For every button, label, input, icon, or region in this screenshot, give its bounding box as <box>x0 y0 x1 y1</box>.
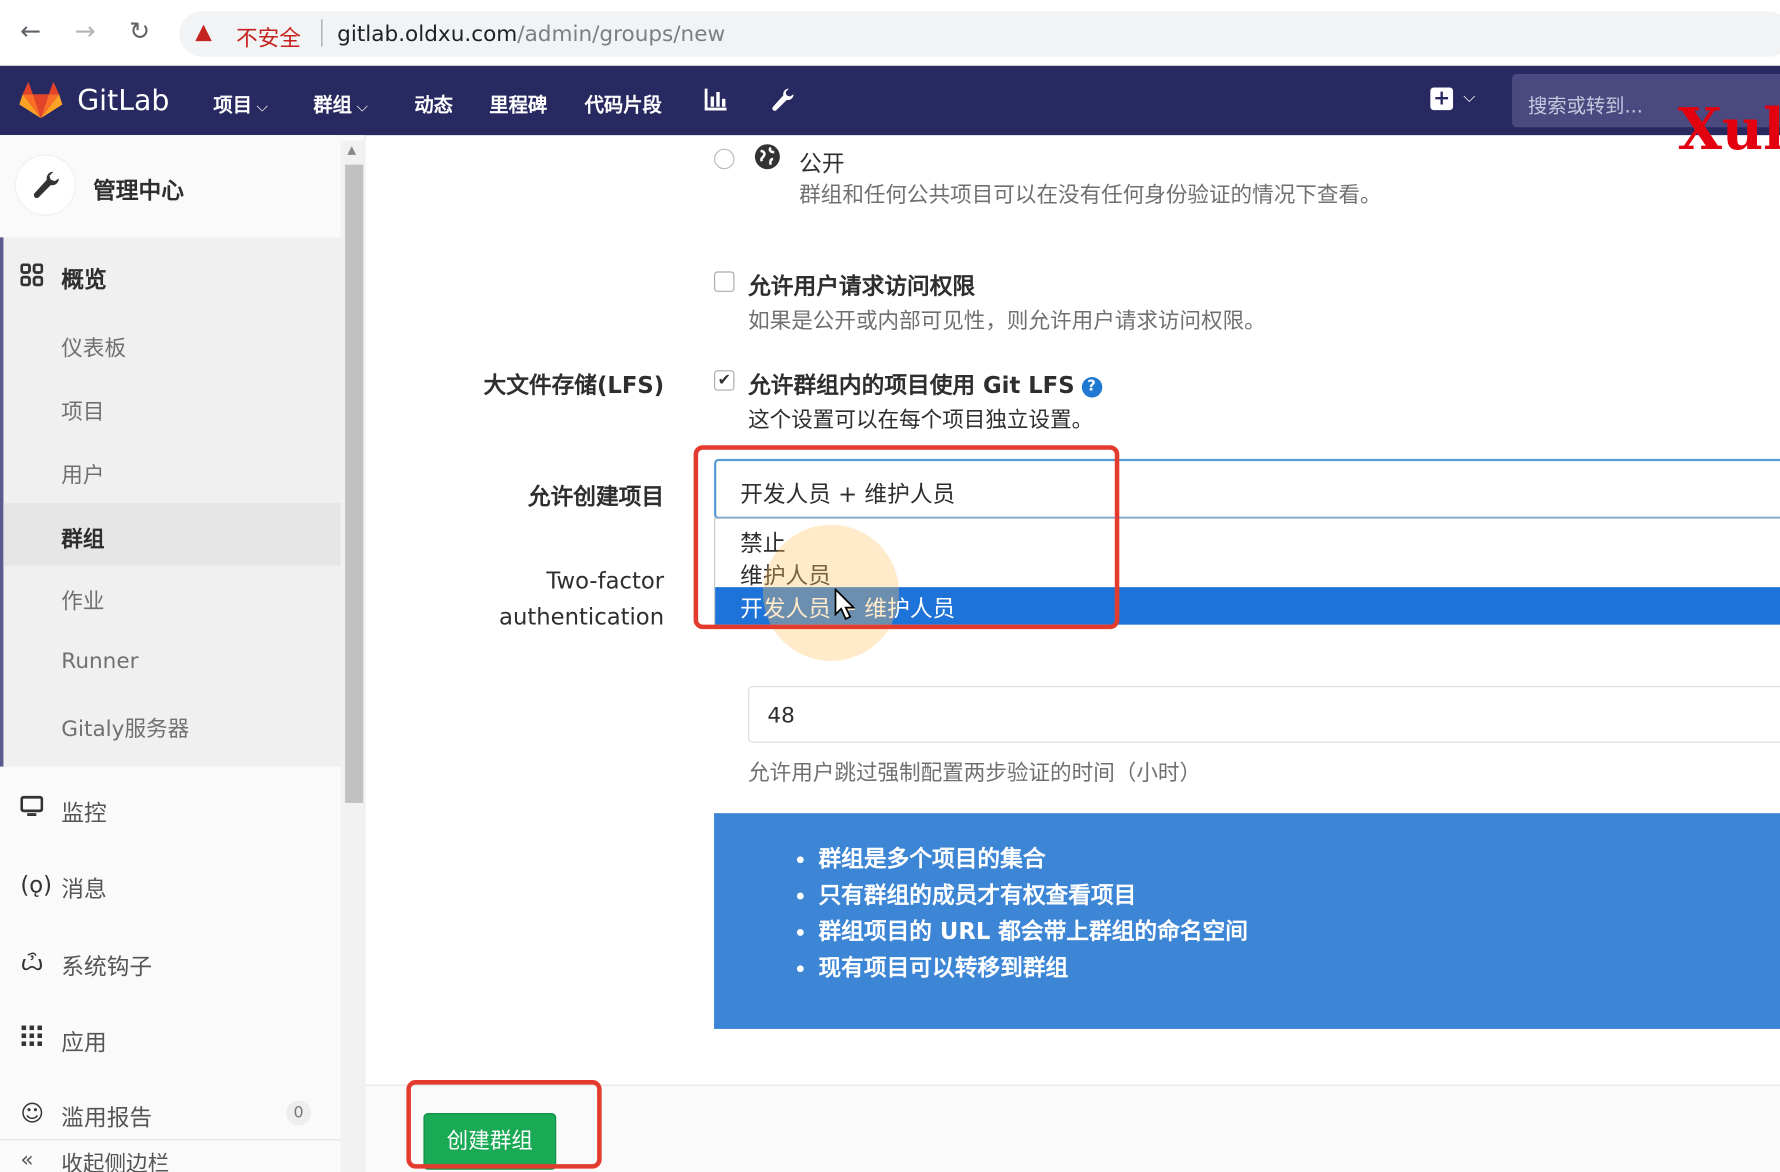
sidebar-item-applications[interactable]: 应用 <box>61 1024 106 1057</box>
chevron-down-icon[interactable]: ⌵ <box>1463 89 1475 107</box>
nav-groups[interactable]: 群组 ⌵ <box>313 89 367 117</box>
warning-icon: ▲ <box>195 19 212 45</box>
lfs-checkbox-label: 允许群组内的项目使用 Git LFS <box>748 371 1075 399</box>
sidebar-item-abuse-reports[interactable]: 滥用报告 <box>61 1099 152 1132</box>
lfs-help: 这个设置可以在每个项目独立设置。 <box>748 407 1094 433</box>
sidebar-item-overview[interactable]: 概览 <box>61 261 106 294</box>
project-creation-label: 允许创建项目 <box>527 482 665 510</box>
chevron-down-icon: ⌵ <box>356 98 368 116</box>
sidebar-active-indicator <box>0 237 4 767</box>
apps-icon <box>20 1024 43 1052</box>
top-navbar: GitLab 项目 ⌵ 群组 ⌵ 动态 里程碑 代码片段 + ⌵ 搜索或转到... … <box>0 65 1780 162</box>
sidebar-item-gitaly[interactable]: Gitaly服务器 <box>61 712 189 743</box>
sidebar-item-monitoring[interactable]: 监控 <box>61 795 106 828</box>
nav-groups-label: 群组 <box>313 94 352 117</box>
admin-wrench-icon <box>15 155 75 215</box>
nav-activity[interactable]: 动态 <box>414 89 453 117</box>
chart-icon[interactable] <box>704 86 729 117</box>
double-chevron-left-icon: « <box>20 1147 34 1172</box>
request-access-help: 如果是公开或内部可见性，则允许用户请求访问权限。 <box>748 308 1266 334</box>
address-separator <box>321 19 323 47</box>
two-factor-label-line1: Two-factor <box>546 566 665 594</box>
url-path: /admin/groups/new <box>517 21 726 47</box>
chevron-down-icon: ⌵ <box>256 98 268 116</box>
nav-projects[interactable]: 项目 ⌵ <box>213 89 267 117</box>
broadcast-icon: (ǫ) <box>20 871 53 899</box>
brand-name[interactable]: GitLab <box>77 84 169 117</box>
grace-period-help: 允许用户跳过强制配置两步验证的时间（小时） <box>748 760 1202 786</box>
sidebar-item-users[interactable]: 用户 <box>61 459 104 490</box>
address-url[interactable]: gitlab.oldxu.com/admin/groups/new <box>337 22 725 47</box>
nav-milestones[interactable]: 里程碑 <box>489 89 547 117</box>
screenshot-stage: ← → ↻ ▲ 不安全 gitlab.oldxu.com/admin/group… <box>0 0 1780 1172</box>
globe-icon <box>753 142 783 179</box>
sidebar-item-runner[interactable]: Runner <box>61 648 138 673</box>
help-question-icon[interactable]: ? <box>1081 377 1102 398</box>
sidebar-item-projects[interactable]: 项目 <box>61 395 104 426</box>
abuse-icon: ☺ <box>20 1099 45 1127</box>
grace-period-input[interactable]: 48 <box>748 685 1780 743</box>
annotation-box-dropdown <box>693 445 1120 630</box>
sidebar-title: 管理中心 <box>93 177 184 205</box>
gitlab-logo-icon[interactable] <box>19 81 63 124</box>
forward-icon[interactable]: → <box>68 16 102 50</box>
nav-projects-label: 项目 <box>213 94 253 117</box>
info-box: 群组是多个项目的集合 只有群组的成员才有权查看项目 群组项目的 URL 都会带上… <box>714 813 1780 1029</box>
sidebar-item-dashboard[interactable]: 仪表板 <box>61 332 126 363</box>
info-list: 群组是多个项目的集合 只有群组的成员才有权查看项目 群组项目的 URL 都会带上… <box>818 840 1247 985</box>
reload-icon[interactable]: ↻ <box>123 16 157 50</box>
info-bullet: 群组是多个项目的集合 <box>818 840 1247 876</box>
back-icon[interactable]: ← <box>14 16 48 50</box>
lfs-checkbox[interactable]: ✔ <box>714 370 735 391</box>
visibility-public-help: 群组和任何公共项目可以在没有任何身份验证的情况下查看。 <box>799 182 1382 208</box>
watermark-text: Xul <box>1677 95 1780 163</box>
two-factor-label-line2: authentication <box>499 603 665 631</box>
visibility-public-label: 公开 <box>799 149 845 178</box>
sidebar-item-groups[interactable]: 群组 <box>61 522 104 553</box>
sidebar-collapse-button[interactable]: « 收起侧边栏 <box>0 1139 341 1172</box>
visibility-public-radio[interactable] <box>714 148 735 170</box>
sidebar-item-messages[interactable]: 消息 <box>61 871 106 904</box>
lfs-field-label: 大文件存储(LFS) <box>483 371 665 399</box>
sidebar-item-jobs[interactable]: 作业 <box>61 585 104 616</box>
sidebar-scrollbar-thumb[interactable] <box>345 164 364 803</box>
monitor-icon <box>20 795 44 823</box>
info-bullet: 群组项目的 URL 都会带上群组的命名空间 <box>818 913 1247 949</box>
info-bullet: 只有群组的成员才有权查看项目 <box>818 877 1247 913</box>
insecure-label: 不安全 <box>236 26 301 52</box>
collapse-label: 收起侧边栏 <box>61 1151 170 1172</box>
browser-toolbar: ← → ↻ ▲ 不安全 gitlab.oldxu.com/admin/group… <box>0 0 1780 66</box>
overview-grid-icon <box>20 263 44 291</box>
scroll-up-icon[interactable]: ▲ <box>347 144 356 156</box>
hook-icon: ѽ <box>20 948 44 976</box>
sidebar-sub-active-bg <box>3 503 341 566</box>
request-access-label: 允许用户请求访问权限 <box>748 272 976 300</box>
info-bullet: 现有项目可以转移到群组 <box>818 949 1247 985</box>
request-access-checkbox[interactable] <box>714 271 735 292</box>
new-plus-icon[interactable]: + <box>1430 87 1454 111</box>
lfs-checkbox-row: 允许群组内的项目使用 Git LFS? <box>748 367 1102 400</box>
sidebar-overview-group <box>0 237 341 767</box>
abuse-count-badge: 0 <box>286 1100 312 1126</box>
wrench-icon[interactable] <box>770 86 795 119</box>
sidebar-item-system-hooks[interactable]: 系统钩子 <box>61 948 152 981</box>
nav-snippets[interactable]: 代码片段 <box>585 89 662 117</box>
annotation-box-create-button <box>406 1080 602 1169</box>
url-domain: gitlab.oldxu.com <box>337 21 518 47</box>
